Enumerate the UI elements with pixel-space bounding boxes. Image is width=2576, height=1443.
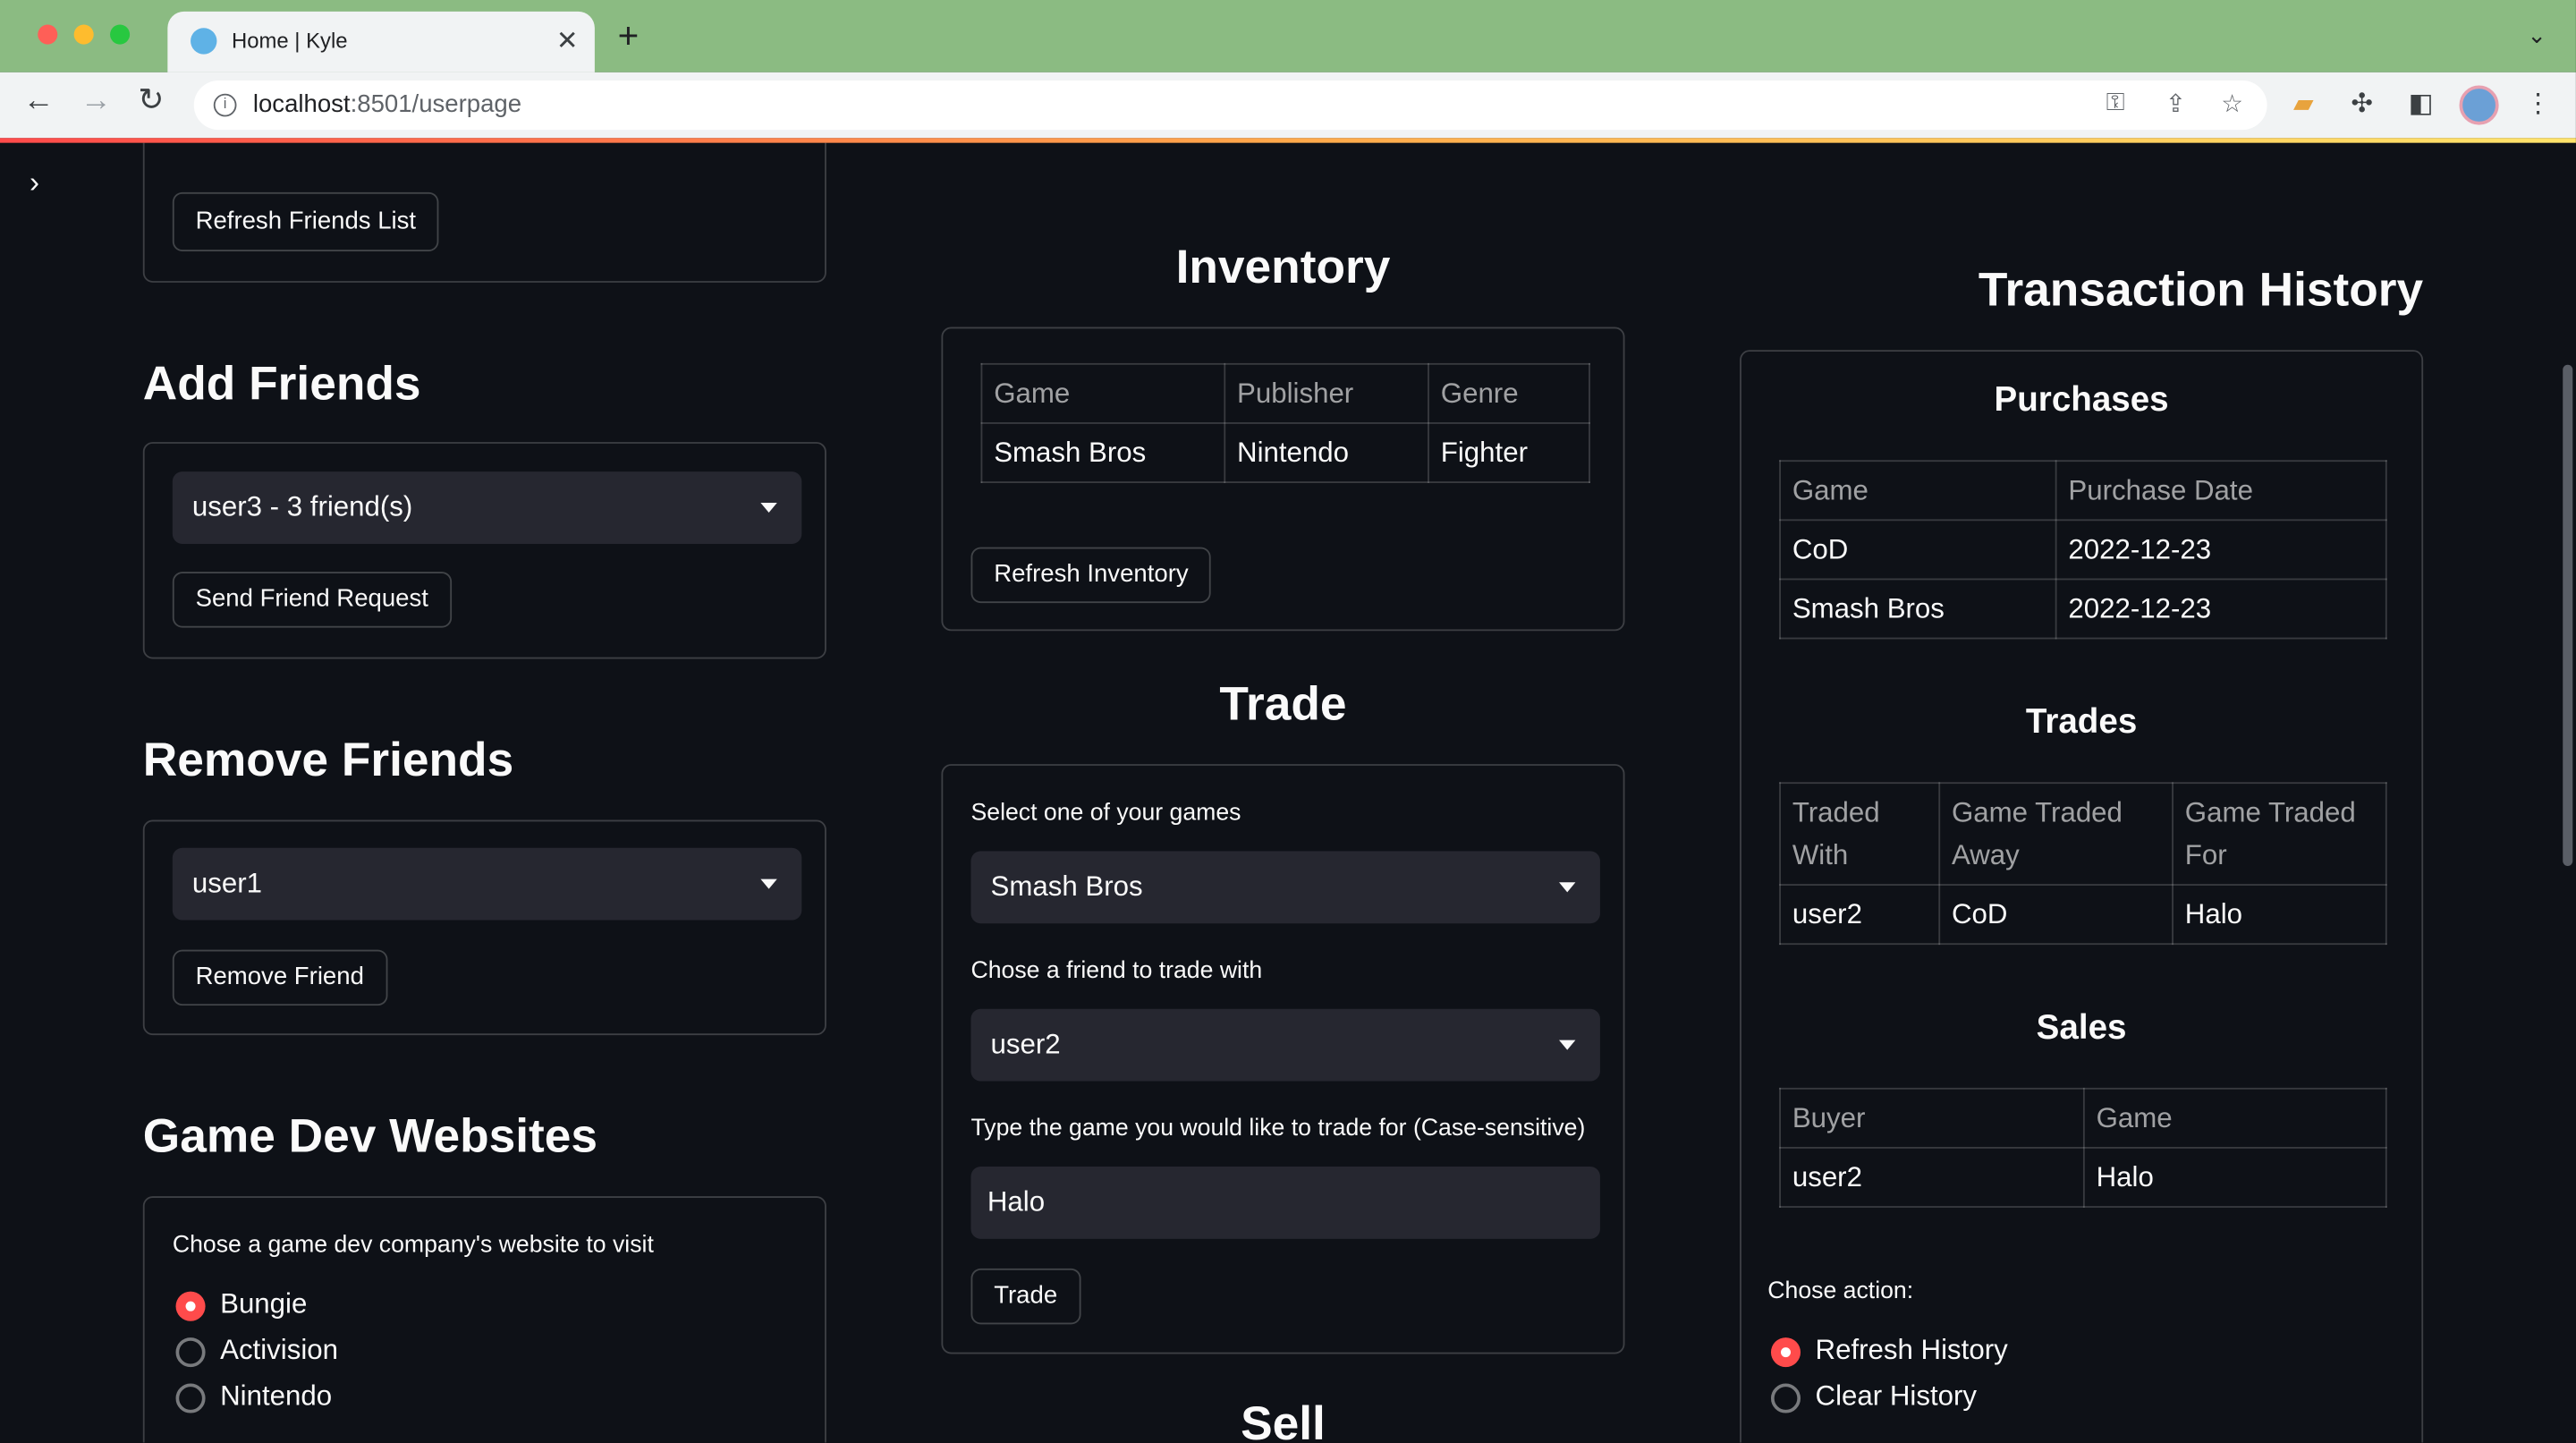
- remove-friends-panel: user1 Remove Friend: [142, 819, 826, 1036]
- share-icon[interactable]: ⇪: [2165, 89, 2186, 118]
- close-window-button[interactable]: [38, 24, 58, 45]
- add-friends-panel: user3 - 3 friend(s) Send Friend Request: [142, 442, 826, 659]
- inventory-table: Game Publisher Genre Smash Bros Nintendo…: [980, 362, 1590, 483]
- refresh-friends-list-button[interactable]: Refresh Friends List: [172, 191, 439, 252]
- radio-option-bungie[interactable]: Bungie: [175, 1288, 504, 1324]
- extensions-puzzle-icon[interactable]: ✣: [2351, 87, 2373, 120]
- trade-panel: Select one of your games Smash Bros Chos…: [941, 764, 1625, 1354]
- url-text: localhost:8501/userpage: [252, 90, 522, 119]
- browser-menu-icon[interactable]: ⋮: [2525, 87, 2551, 120]
- side-panel-icon[interactable]: ◧: [2409, 87, 2434, 120]
- table-header: Game: [2082, 1087, 2387, 1149]
- table-header: Game: [1779, 460, 2057, 522]
- table-row: user2 CoD Halo: [1779, 884, 2387, 946]
- chevron-down-icon: [760, 879, 777, 889]
- trades-table: Traded With Game Traded Away Game Traded…: [1779, 782, 2387, 946]
- purchases-heading: Purchases: [1994, 381, 2169, 420]
- browser-tab-bar: Home | Kyle ✕ + ⌄: [0, 0, 2576, 72]
- key-icon[interactable]: ⚿: [2106, 89, 2125, 116]
- radio-option-activision[interactable]: Activision: [175, 1334, 504, 1370]
- game-dev-websites-heading: Game Dev Websites: [142, 1110, 598, 1164]
- table-header: Game: [980, 362, 1226, 424]
- trade-game-label: Select one of your games: [970, 800, 1241, 827]
- trade-heading: Trade: [1219, 678, 1347, 732]
- page-scrollbar[interactable]: [2563, 364, 2573, 866]
- table-header: Game Traded For: [2172, 782, 2387, 886]
- tab-search-chevron-icon[interactable]: ⌄: [2527, 21, 2546, 49]
- profile-avatar[interactable]: [2459, 85, 2499, 125]
- purchases-table: Game Purchase Date CoD 2022-12-23 Smash …: [1779, 460, 2387, 640]
- trade-friend-select[interactable]: user2: [970, 1008, 1600, 1082]
- browser-tab[interactable]: Home | Kyle ✕: [167, 11, 595, 72]
- trades-heading: Trades: [2025, 703, 2138, 742]
- radio-option-nintendo[interactable]: Nintendo: [175, 1380, 504, 1416]
- remove-friend-select[interactable]: user1: [172, 847, 802, 921]
- table-row: Smash Bros 2022-12-23: [1779, 578, 2387, 640]
- remove-friends-heading: Remove Friends: [142, 734, 514, 787]
- chevron-down-icon: [760, 503, 777, 514]
- table-row: Smash Bros Nintendo Fighter: [980, 422, 1590, 483]
- trade-wanted-label: Type the game you would like to trade fo…: [970, 1116, 1586, 1142]
- sidebar-expand-chevron-icon[interactable]: ›: [30, 166, 39, 201]
- tab-title: Home | Kyle: [231, 28, 348, 53]
- chevron-down-icon: [1559, 882, 1576, 893]
- close-tab-icon[interactable]: ✕: [556, 25, 579, 58]
- inventory-heading: Inventory: [1175, 241, 1391, 294]
- game-dev-panel: Chose a game dev company's website to vi…: [142, 1196, 826, 1443]
- table-header: Buyer: [1779, 1087, 2085, 1149]
- browser-toolbar: ← → ↻ i localhost:8501/userpage ⚿ ⇪ ☆ ▰ …: [0, 72, 2576, 139]
- table-row: user2 Halo: [1779, 1147, 2387, 1208]
- radio-option-clear-history[interactable]: Clear History: [1770, 1380, 2099, 1416]
- back-arrow-icon[interactable]: ←: [23, 86, 55, 117]
- inventory-panel: Game Publisher Genre Smash Bros Nintendo…: [941, 327, 1625, 632]
- transaction-history-panel: Purchases Game Purchase Date CoD 2022-12…: [1740, 350, 2424, 1443]
- send-friend-request-button[interactable]: Send Friend Request: [172, 572, 452, 628]
- minimize-window-button[interactable]: [73, 24, 94, 45]
- transaction-history-heading: Transaction History: [1978, 264, 2424, 318]
- table-header: Genre: [1428, 362, 1590, 424]
- table-header: Purchase Date: [2055, 460, 2387, 522]
- extension-folder-icon[interactable]: ▰: [2293, 87, 2314, 120]
- table-header: Traded With: [1779, 782, 1941, 886]
- action-label: Chose action:: [1767, 1277, 1914, 1305]
- streamlit-favicon-icon: [191, 28, 217, 55]
- table-row: CoD 2022-12-23: [1779, 519, 2387, 581]
- sales-table: Buyer Game user2 Halo: [1779, 1087, 2387, 1208]
- chevron-down-icon: [1559, 1040, 1576, 1050]
- remove-friend-button[interactable]: Remove Friend: [172, 949, 387, 1006]
- add-friend-select[interactable]: user3 - 3 friend(s): [172, 471, 802, 544]
- table-header: Publisher: [1224, 362, 1429, 424]
- sales-heading: Sales: [2036, 1008, 2127, 1047]
- forward-arrow-icon[interactable]: →: [80, 86, 112, 117]
- friends-list-panel: Refresh Friends List: [142, 142, 826, 283]
- trade-game-select[interactable]: Smash Bros: [970, 851, 1600, 924]
- radio-option-refresh-history[interactable]: Refresh History: [1770, 1334, 2099, 1370]
- trade-button[interactable]: Trade: [970, 1268, 1080, 1325]
- site-info-icon[interactable]: i: [213, 93, 237, 117]
- trade-friend-label: Chose a friend to trade with: [970, 957, 1263, 985]
- add-friends-heading: Add Friends: [142, 358, 421, 412]
- reload-icon[interactable]: ↻: [138, 86, 164, 117]
- maximize-window-button[interactable]: [110, 24, 131, 45]
- new-tab-button[interactable]: +: [618, 17, 640, 54]
- sell-heading: Sell: [1241, 1398, 1326, 1443]
- trade-wanted-input[interactable]: Halo: [970, 1167, 1600, 1239]
- address-bar[interactable]: i localhost:8501/userpage ⚿ ⇪ ☆: [193, 80, 2267, 131]
- bookmark-star-icon[interactable]: ☆: [2221, 89, 2243, 118]
- refresh-inventory-button[interactable]: Refresh Inventory: [970, 547, 1212, 604]
- game-dev-prompt: Chose a game dev company's website to vi…: [172, 1232, 654, 1259]
- table-header: Game Traded Away: [1938, 782, 2174, 886]
- streamlit-app: › Refresh Friends List Add Friends user3…: [0, 142, 2576, 1443]
